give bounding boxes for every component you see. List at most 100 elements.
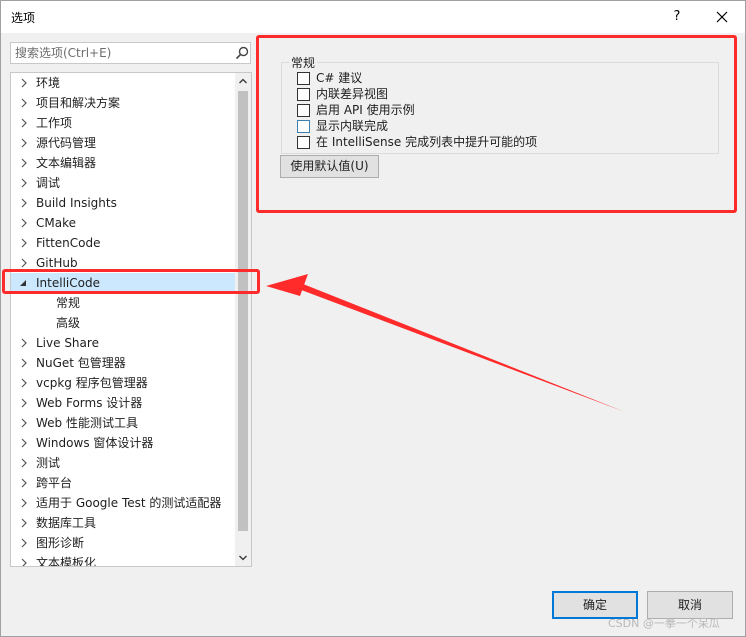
collapsed-arrow-icon[interactable] [19,513,29,533]
options-dialog: 选项 ? 环境项目和解决方案工作项源代码管理文本编辑器调试 Build Insig… [0,0,746,637]
collapsed-arrow-icon[interactable] [19,213,29,233]
tree-item-18[interactable]: Windows 窗体设计器 [11,433,235,453]
tree-item-label: 环境 [36,76,61,90]
checkbox[interactable] [297,136,310,149]
settings-pane: 常规 C# 建议 内联差异视图 启用 API 使用示例 显示内联完成 在 Int… [263,42,741,212]
tree-item-label: 常规 [56,296,81,310]
chevron-up-icon [239,78,247,84]
tree-item-3[interactable]: 源代码管理 [11,133,235,153]
collapsed-arrow-icon[interactable] [19,73,29,93]
collapsed-arrow-icon[interactable] [19,413,29,433]
tree-item-17[interactable]: Web 性能测试工具 [11,413,235,433]
tree-item-9[interactable]: GitHub [11,253,235,273]
collapsed-arrow-icon[interactable] [19,533,29,553]
tree-item-label: 高级 [56,316,81,330]
tree-item-7[interactable]: CMake [11,213,235,233]
tree-item-label: Web 性能测试工具 [36,416,138,430]
tree-item-20[interactable]: 跨平台 [11,473,235,493]
tree-scrollbar[interactable] [235,73,251,566]
close-button[interactable] [709,5,735,29]
collapsed-arrow-icon[interactable] [19,473,29,493]
tree-item-label: 调试 [36,176,61,190]
tree-item-14[interactable]: NuGet 包管理器 [11,353,235,373]
tree-item-label: Windows 窗体设计器 [36,436,154,450]
tree-item-24[interactable]: 文本模板化 [11,553,235,567]
option-label: 内联差异视图 [316,87,389,101]
scroll-thumb[interactable] [238,91,248,531]
tree-item-19[interactable]: 测试 [11,453,235,473]
tree-item-5[interactable]: 调试 [11,173,235,193]
tree-item-label: NuGet 包管理器 [36,356,126,370]
option-label: 在 IntelliSense 完成列表中提升可能的项 [316,135,538,149]
tree-child-item-12[interactable]: 高级 [11,313,235,333]
tree-item-label: Live Share [36,336,99,350]
option-label: 显示内联完成 [316,119,389,133]
tree-item-label: CMake [36,216,76,230]
collapsed-arrow-icon[interactable] [19,113,29,133]
collapsed-arrow-icon[interactable] [19,393,29,413]
tree-item-8[interactable]: FittenCode [11,233,235,253]
tree-item-4[interactable]: 文本编辑器 [11,153,235,173]
checkbox[interactable] [297,104,310,117]
collapsed-arrow-icon[interactable] [19,153,29,173]
tree-item-label: 数据库工具 [36,516,97,530]
watermark: CSDN @一拳一个呆瓜 [608,617,720,630]
scroll-up-button[interactable] [235,73,251,89]
tree-item-21[interactable]: 适用于 Google Test 的测试适配器 [11,493,235,513]
tree-item-label: 适用于 Google Test 的测试适配器 [36,496,222,510]
checkbox[interactable] [297,88,310,101]
tree-item-13[interactable]: Live Share [11,333,235,353]
options-tree: 环境项目和解决方案 工作项源代码管理文本编辑器调试 Build Insights CM… [10,72,252,567]
collapsed-arrow-icon[interactable] [19,493,29,513]
help-button[interactable]: ? [665,5,689,29]
tree-item-label: 文本编辑器 [36,156,97,170]
collapsed-arrow-icon[interactable] [19,173,29,193]
tree-item-label: Web Forms 设计器 [36,396,143,410]
tree-item-label: Build Insights [36,196,117,210]
scroll-down-button[interactable] [235,550,251,566]
collapsed-arrow-icon[interactable] [19,333,29,353]
tree-item-label: 图形诊断 [36,536,85,550]
tree-item-6[interactable]: Build Insights [11,193,235,213]
collapsed-arrow-icon[interactable] [19,433,29,453]
search-icon[interactable] [234,45,250,61]
title-bar: 选项 ? [1,1,745,33]
tree-item-label: 项目和解决方案 [36,96,121,110]
tree-item-label: IntelliCode [36,276,100,290]
tree-item-16[interactable]: Web Forms 设计器 [11,393,235,413]
window-title: 选项 [11,11,36,25]
tree-item-23[interactable]: 图形诊断 [11,533,235,553]
checkbox[interactable] [297,72,310,85]
group-title: 常规 [289,54,318,71]
collapsed-arrow-icon[interactable] [19,553,29,567]
expanded-arrow-icon[interactable] [19,273,29,293]
search-input[interactable] [13,45,229,61]
tree-item-10[interactable]: IntelliCode [11,273,235,293]
collapsed-arrow-icon[interactable] [19,453,29,473]
tree-item-22[interactable]: 数据库工具 [11,513,235,533]
tree-item-label: GitHub [36,256,78,270]
tree-item-label: 源代码管理 [36,136,97,150]
tree-item-0[interactable]: 环境 [11,73,235,93]
collapsed-arrow-icon[interactable] [19,233,29,253]
tree-item-label: vcpkg 程序包管理器 [36,376,148,390]
use-defaults-button[interactable]: 使用默认值(U) [280,155,379,178]
collapsed-arrow-icon[interactable] [19,353,29,373]
tree-item-label: 工作项 [36,116,73,130]
option-label: C# 建议 [316,71,363,85]
close-icon [716,11,728,23]
tree-item-label: 文本模板化 [36,556,97,567]
tree-item-2[interactable]: 工作项 [11,113,235,133]
checkbox[interactable] [297,120,310,133]
chevron-down-icon [239,555,247,561]
collapsed-arrow-icon[interactable] [19,373,29,393]
collapsed-arrow-icon[interactable] [19,193,29,213]
tree-item-label: FittenCode [36,236,101,250]
collapsed-arrow-icon[interactable] [19,253,29,273]
collapsed-arrow-icon[interactable] [19,133,29,153]
tree-child-item-11[interactable]: 常规 [11,293,235,313]
tree-item-15[interactable]: vcpkg 程序包管理器 [11,373,235,393]
option-label: 启用 API 使用示例 [316,103,415,117]
collapsed-arrow-icon[interactable] [19,93,29,113]
tree-item-1[interactable]: 项目和解决方案 [11,93,235,113]
